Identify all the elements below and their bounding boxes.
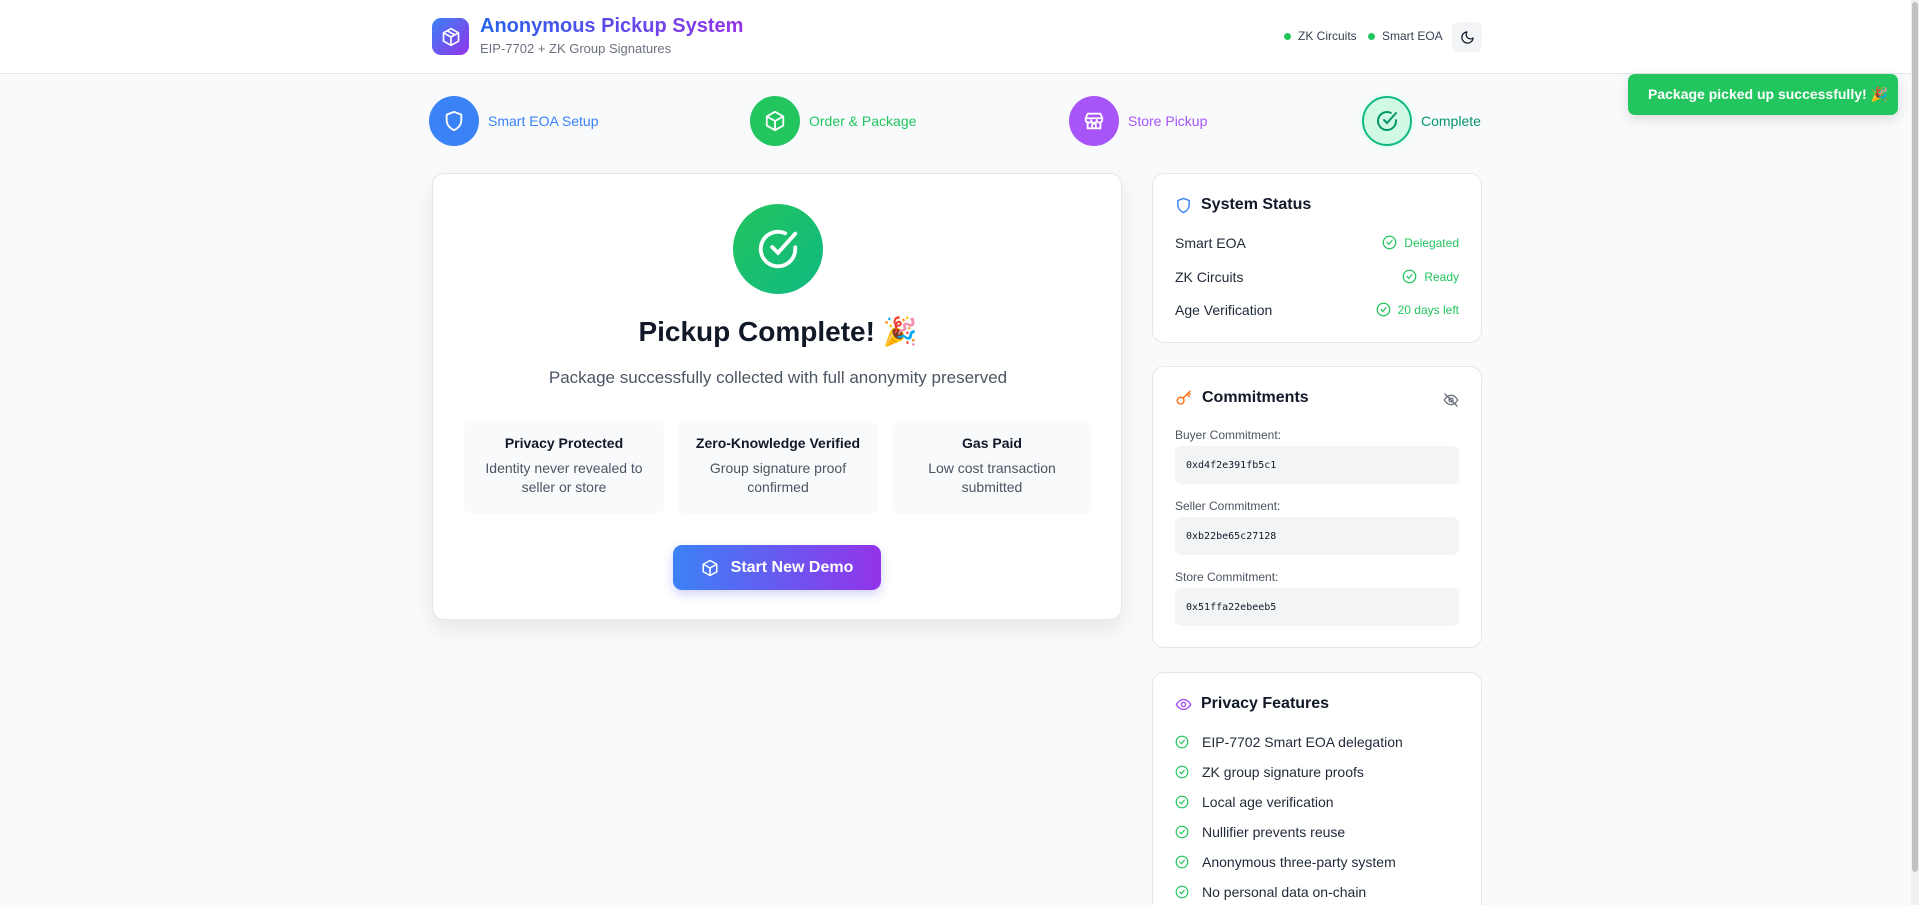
success-toast: Package picked up successfully! 🎉 [1628,74,1898,115]
toast-message: Package picked up successfully! 🎉 [1648,86,1888,102]
feature-title: Zero-Knowledge Verified [695,435,861,451]
check-circle-icon [1175,885,1189,899]
store-commitment-value[interactable]: 0x51ffa22ebeeb5 [1175,588,1459,626]
status-value-text: 20 days left [1397,302,1459,317]
check-circle-icon [1175,735,1189,749]
package-icon [702,559,718,576]
check-circle-icon [1376,302,1390,317]
status-dot [1368,32,1375,40]
feature-title: Gas Paid [962,435,1022,451]
buyer-commitment-value[interactable]: 0xd4f2e391fb5c1 [1175,446,1459,484]
package-icon [750,96,800,146]
feature-description: Group signature proof confirmed [709,460,847,495]
list-item: ZK group signature proofs [1175,764,1364,780]
system-status-card: System Status Smart EOA Delegated ZK Cir… [1152,173,1482,343]
shield-icon [1177,197,1190,213]
step-label: Complete [1421,113,1481,129]
card-title-text: Commitments [1202,389,1309,406]
list-item-text: ZK group signature proofs [1202,764,1364,780]
shield-icon [429,96,479,146]
feature-privacy-protected: Privacy Protected Identity never reveale… [464,421,664,514]
check-circle-icon [1175,795,1189,809]
list-item-text: Nullifier prevents reuse [1202,824,1346,840]
list-item-text: Anonymous three-party system [1202,854,1396,870]
status-dot [1284,32,1291,40]
feature-description: Identity never revealed to seller or sto… [485,460,643,495]
button-label: Start New Demo [730,558,854,576]
status-row-value: 20 days left [1376,302,1459,317]
status-row-label: Smart EOA [1175,235,1246,251]
card-title-text: Privacy Features [1201,695,1330,712]
moon-icon [1460,30,1474,44]
card-title: Commitments [1175,389,1309,407]
commitment-label: Seller Commitment: [1175,499,1281,513]
step-store-pickup[interactable]: Store Pickup [1069,96,1207,146]
step-complete[interactable]: Complete [1362,96,1481,146]
commitment-label: Store Commitment: [1175,570,1279,584]
list-item-text: EIP-7702 Smart EOA delegation [1202,734,1403,750]
commitment-label: Buyer Commitment: [1175,428,1282,442]
card-title: Privacy Features [1175,695,1329,713]
check-circle-icon [1402,269,1417,284]
app-header: Anonymous Pickup System EIP-7702 + ZK Gr… [0,0,1919,74]
status-smart-eoa: Smart EOA [1368,29,1443,43]
status-value-text: Ready [1424,269,1459,284]
feature-gas-paid: Gas Paid Low cost transaction submitted [892,421,1092,514]
status-zk-circuits: ZK Circuits [1284,29,1357,43]
feature-title: Privacy Protected [504,435,624,451]
status-label: Smart EOA [1382,29,1443,43]
package-logo-icon [432,18,469,55]
status-label: ZK Circuits [1298,29,1357,43]
list-item-text: No personal data on-chain [1202,884,1367,900]
pickup-complete-card: Pickup Complete! 🎉 Package successfully … [432,173,1122,620]
list-item: EIP-7702 Smart EOA delegation [1175,734,1403,750]
step-label: Order & Package [809,113,917,129]
seller-commitment-value[interactable]: 0xb22be65c27128 [1175,517,1459,555]
status-row-label: Age Verification [1175,302,1273,318]
step-order-package[interactable]: Order & Package [750,96,916,146]
privacy-features-card: Privacy Features EIP-7702 Smart EOA dele… [1152,672,1482,905]
page-title: Pickup Complete! 🎉 [638,316,918,347]
page-subtitle: Package successfully collected with full… [548,368,1008,387]
status-row-value: Ready [1402,269,1459,284]
start-new-demo-button[interactable]: Start New Demo [673,545,881,590]
status-value-text: Delegated [1404,235,1459,250]
list-item: No personal data on-chain [1175,884,1366,900]
status-row-value: Delegated [1382,235,1459,250]
feature-description: Low cost transaction submitted [928,460,1056,495]
list-item: Nullifier prevents reuse [1175,824,1345,840]
check-circle-icon [1175,825,1189,839]
card-title-text: System Status [1201,196,1312,213]
feature-zk-verified: Zero-Knowledge Verified Group signature … [678,421,878,514]
list-item: Anonymous three-party system [1175,854,1396,870]
eye-icon [1175,698,1192,710]
check-circle-icon [733,204,823,294]
key-icon [1176,390,1191,405]
scrollbar-thumb[interactable] [1912,2,1918,872]
step-label: Smart EOA Setup [488,113,599,129]
check-circle-icon [1362,96,1412,146]
app-title: Anonymous Pickup System [480,15,744,37]
check-circle-icon [1175,855,1189,869]
commitments-card: Commitments Buyer Commitment: 0xd4f2e391… [1152,366,1482,648]
check-circle-icon [1382,235,1397,250]
list-item-text: Local age verification [1202,794,1334,810]
list-item: Local age verification [1175,794,1334,810]
eye-off-icon[interactable] [1443,392,1459,413]
theme-toggle-button[interactable] [1452,22,1482,52]
check-circle-icon [1175,765,1189,779]
status-row-label: ZK Circuits [1175,269,1244,285]
step-label: Store Pickup [1128,113,1208,129]
store-icon [1069,96,1119,146]
app-subtitle: EIP-7702 + ZK Group Signatures [480,41,672,56]
page-scrollbar[interactable] [1911,0,1919,905]
card-title: System Status [1175,196,1311,214]
step-smart-eoa-setup[interactable]: Smart EOA Setup [429,96,599,146]
